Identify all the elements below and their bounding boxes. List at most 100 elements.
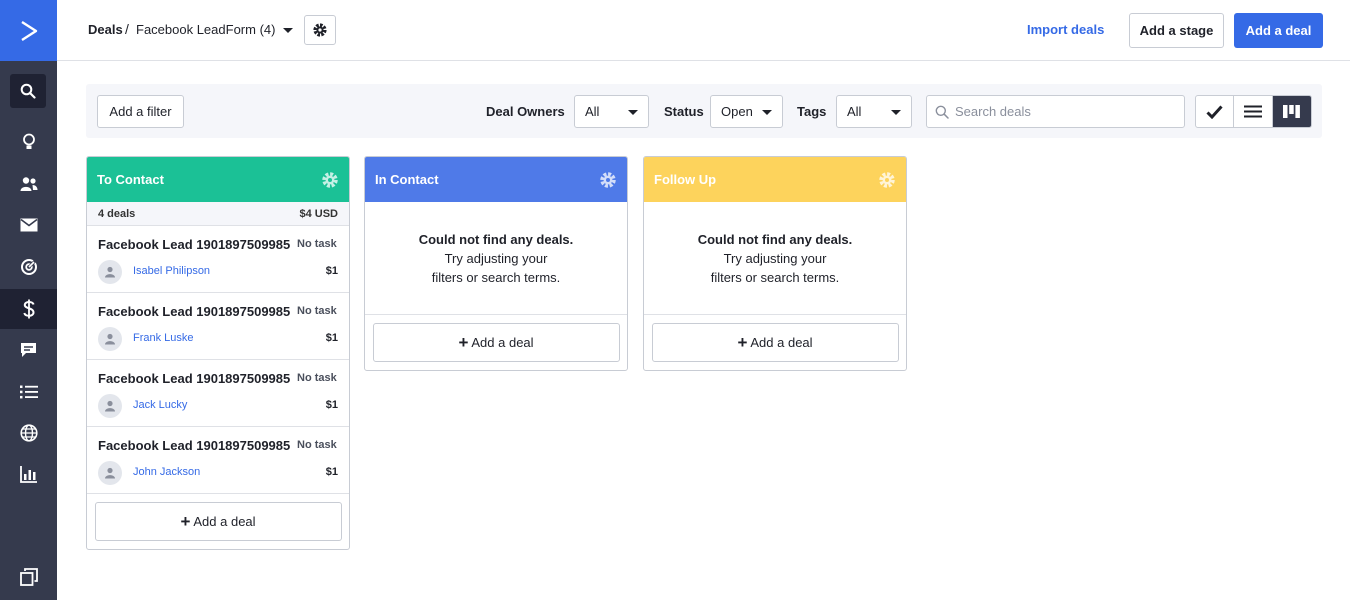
list-view-icon — [1244, 105, 1263, 118]
breadcrumb-deals[interactable]: Deals — [88, 22, 123, 37]
deal-title[interactable]: Facebook Lead 1901897509985 — [98, 438, 298, 453]
avatar — [98, 394, 122, 418]
deal-card[interactable]: Facebook Lead 1901897509985 No task Isab… — [87, 226, 349, 293]
deal-contact-link[interactable]: John Jackson — [133, 466, 200, 478]
stage-title: In Contact — [375, 172, 439, 187]
add-stage-button[interactable]: Add a stage — [1129, 13, 1224, 48]
lightbulb-icon — [22, 133, 35, 149]
tags-label: Tags — [797, 104, 827, 119]
deal-card[interactable]: Facebook Lead 1901897509985 No task John… — [87, 427, 349, 494]
user-icon — [105, 400, 115, 412]
empty-title: Could not find any deals. — [418, 231, 574, 247]
pipeline-settings-button[interactable] — [304, 15, 336, 45]
gear-icon[interactable] — [599, 171, 617, 189]
top-header: Deals / Facebook LeadForm (4) Import dea… — [57, 0, 1350, 61]
sidebar-item-contacts[interactable] — [0, 164, 57, 204]
deal-contact-link[interactable]: Frank Luske — [133, 332, 194, 344]
plus-icon: + — [458, 333, 469, 352]
deal-title[interactable]: Facebook Lead 1901897509985 — [98, 237, 298, 252]
search-icon — [935, 105, 949, 119]
stage-add-deal-label: Add a deal — [471, 335, 534, 350]
chevron-down-icon — [891, 110, 901, 115]
sidebar-item-pages[interactable] — [0, 557, 57, 597]
empty-hint-line1: Try adjusting your — [723, 250, 827, 266]
stage-column-follow-up: Follow Up Could not find any deals. Try … — [643, 156, 907, 371]
stage-add-deal-button[interactable]: + Add a deal — [372, 323, 620, 362]
check-icon — [1206, 104, 1223, 119]
sidebar-item-ideas[interactable] — [0, 122, 57, 162]
chevron-down-icon[interactable] — [283, 28, 293, 33]
tags-select[interactable]: All — [836, 95, 912, 128]
automation-icon — [20, 259, 37, 275]
import-deals-link[interactable]: Import deals — [1027, 22, 1104, 37]
stage-footer: + Add a deal — [87, 494, 349, 549]
deal-contact-link[interactable]: Jack Lucky — [133, 399, 187, 411]
empty-hint-line1: Try adjusting your — [444, 250, 548, 266]
stage-add-deal-button[interactable]: + Add a deal — [651, 323, 899, 362]
stage-add-deal-button[interactable]: + Add a deal — [94, 502, 342, 541]
sidebar-item-email[interactable] — [0, 205, 57, 245]
filter-bar: Add a filter Deal Owners All Status Open… — [86, 84, 1322, 138]
logo-chevron-icon — [20, 20, 37, 41]
user-icon — [105, 333, 115, 345]
deal-value: $1 — [325, 332, 338, 344]
empty-state: Could not find any deals. Try adjusting … — [644, 202, 906, 315]
deal-value: $1 — [325, 265, 338, 277]
deal-card[interactable]: Facebook Lead 1901897509985 No task Jack… — [87, 360, 349, 427]
pages-icon — [19, 568, 38, 586]
stage-header: To Contact — [87, 157, 349, 202]
pipeline-selector[interactable]: Facebook LeadForm (4) — [136, 22, 275, 37]
chevron-down-icon — [762, 110, 772, 115]
status-label: Status — [664, 104, 704, 119]
gear-icon — [313, 23, 327, 37]
sidebar-item-sites[interactable] — [0, 413, 57, 453]
stage-header: Follow Up — [644, 157, 906, 202]
deal-card[interactable]: Facebook Lead 1901897509985 No task Fran… — [87, 293, 349, 360]
list-icon — [19, 385, 38, 399]
sidebar-item-reports[interactable] — [0, 454, 57, 494]
stage-add-deal-label: Add a deal — [193, 514, 256, 529]
gear-icon[interactable] — [878, 171, 896, 189]
search-input[interactable] — [955, 104, 1175, 119]
kanban-view-button[interactable] — [1272, 96, 1311, 127]
list-view-button[interactable] — [1234, 96, 1273, 127]
dollar-icon — [22, 299, 35, 319]
user-icon — [105, 266, 115, 278]
status-select[interactable]: Open — [710, 95, 783, 128]
gear-icon[interactable] — [321, 171, 339, 189]
email-icon — [20, 218, 37, 232]
deal-value: $1 — [325, 466, 338, 478]
deal-title[interactable]: Facebook Lead 1901897509985 — [98, 304, 298, 319]
chevron-down-icon — [628, 110, 638, 115]
deal-title[interactable]: Facebook Lead 1901897509985 — [98, 371, 298, 386]
empty-state: Could not find any deals. Try adjusting … — [365, 202, 627, 315]
plus-icon: + — [737, 333, 748, 352]
plus-icon: + — [180, 512, 191, 531]
add-filter-button[interactable]: Add a filter — [97, 95, 184, 128]
tags-value: All — [847, 104, 862, 119]
deal-count: 4 deals — [98, 207, 136, 220]
deal-owners-value: All — [585, 104, 600, 119]
deal-owners-select[interactable]: All — [574, 95, 649, 128]
stage-total: $4 USD — [299, 207, 338, 220]
empty-hint-line2: filters or search terms. — [431, 269, 561, 285]
deal-contact-link[interactable]: Isabel Philipson — [133, 265, 210, 277]
stage-summary: 4 deals $4 USD — [87, 202, 349, 226]
add-deal-button[interactable]: Add a deal — [1234, 13, 1323, 48]
contacts-icon — [20, 177, 37, 191]
sidebar-item-lists[interactable] — [0, 372, 57, 412]
empty-hint-line2: filters or search terms. — [710, 269, 840, 285]
search-icon — [20, 83, 36, 99]
breadcrumb-separator: / — [125, 21, 129, 37]
status-value: Open — [721, 104, 753, 119]
avatar — [98, 461, 122, 485]
reports-icon — [19, 465, 37, 483]
sidebar-item-search[interactable] — [10, 74, 46, 108]
sidebar-item-conversations[interactable] — [0, 330, 57, 370]
avatar — [98, 327, 122, 351]
logo[interactable] — [0, 0, 57, 61]
tasks-view-button[interactable] — [1196, 96, 1235, 127]
sidebar-item-automations[interactable] — [0, 247, 57, 287]
sidebar-item-deals[interactable] — [0, 289, 57, 329]
deal-task-status: No task — [297, 238, 337, 250]
